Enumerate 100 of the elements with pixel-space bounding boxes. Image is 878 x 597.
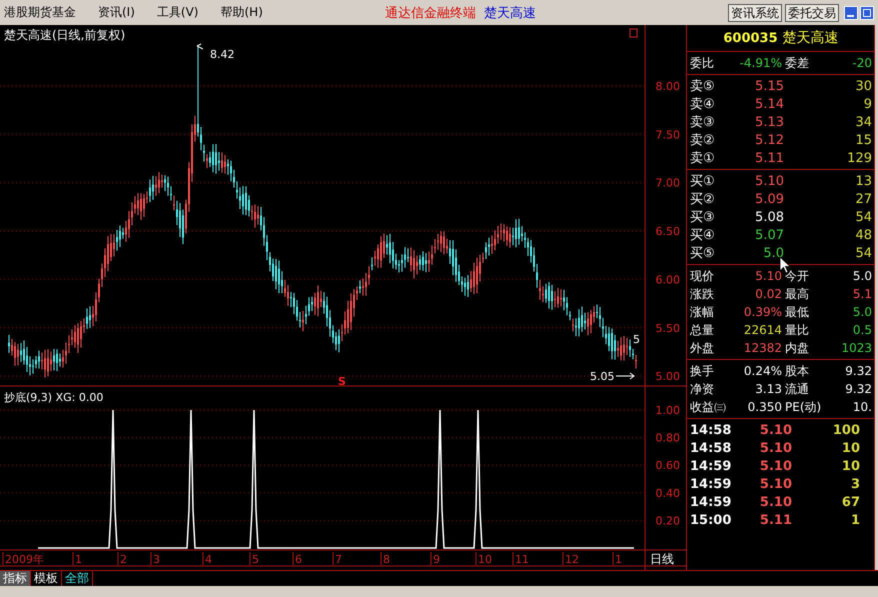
order-volume: 54 — [854, 246, 872, 260]
high-price-label: 8.42 — [210, 48, 234, 61]
time-label: 11 — [515, 553, 529, 566]
order-volume: 54 — [854, 210, 872, 224]
order-volume: 34 — [854, 114, 872, 130]
order-volume: 13 — [854, 174, 872, 188]
stat-label: 量比 — [784, 322, 810, 338]
order-label: 买① — [690, 173, 716, 190]
trade-price: 5.11 — [758, 512, 792, 528]
price-tick: 8.00 — [656, 80, 680, 93]
stock-name: 楚天高速 — [782, 29, 839, 47]
tab[interactable]: 模板 — [31, 571, 62, 586]
stat-label: 外盘 — [690, 340, 715, 356]
time-label: 7 — [335, 553, 342, 566]
indicator-tick: 0.80 — [656, 432, 680, 445]
stat-value: -20 — [851, 56, 872, 70]
tab[interactable]: 指标 — [0, 571, 31, 586]
minimize-icon[interactable] — [844, 6, 858, 20]
stat-value: 9.32 — [844, 364, 872, 378]
stock-title: 楚天高速 — [484, 4, 536, 22]
trade-price: 5.10 — [758, 440, 792, 456]
stat-value: 5.1 — [852, 287, 872, 301]
stat-label: 涨跌 — [690, 286, 715, 302]
chart-title: 楚天高速(日线,前复权) — [4, 28, 126, 42]
stat-label: 内盘 — [784, 340, 810, 356]
trade-volume: 3 — [850, 476, 860, 492]
signal-mark: S — [338, 375, 346, 388]
time-label: 5 — [252, 553, 259, 566]
time-label: 3 — [153, 553, 160, 566]
order-label: 买② — [690, 191, 716, 208]
stat-value: 0.39% — [742, 305, 782, 319]
order-volume: 15 — [854, 132, 872, 148]
stat-label: 净资 — [690, 380, 715, 398]
time-label: 8 — [383, 553, 390, 566]
time-label: 9 — [433, 553, 440, 566]
order-price: 5.07 — [754, 228, 784, 242]
order-label: 卖④ — [690, 96, 716, 113]
menu-item[interactable]: 工具(V) — [156, 4, 198, 21]
stat-value: 0.5 — [852, 323, 872, 337]
trade-price: 5.10 — [758, 458, 792, 474]
trade-time: 14:58 — [690, 422, 732, 438]
order-volume: 48 — [854, 228, 872, 242]
toolbar-button[interactable]: 委托交易 — [785, 4, 839, 22]
time-label: 6 — [295, 553, 302, 566]
stat-value: 3.13 — [754, 382, 782, 396]
trade-price: 5.10 — [758, 422, 792, 438]
time-label: 1 — [615, 553, 622, 566]
trade-time: 14:59 — [690, 476, 732, 492]
menu-item[interactable]: 资讯(I) — [98, 4, 135, 21]
menu-item[interactable]: 帮助(H) — [220, 4, 263, 21]
order-label: 买④ — [690, 227, 716, 244]
stat-label: 股本 — [784, 362, 810, 380]
trade-price: 5.10 — [758, 476, 792, 492]
stat-value: -4.91% — [738, 56, 782, 70]
trade-time: 14:59 — [690, 494, 732, 510]
price-tick: 7.00 — [656, 176, 680, 190]
indicator-tick: 0.40 — [656, 486, 680, 500]
order-volume: 129 — [846, 150, 872, 166]
period-label: 日线 — [650, 552, 674, 566]
stat-label: 今开 — [784, 268, 810, 284]
leader-line — [196, 44, 204, 50]
stat-label: 最低 — [784, 304, 810, 320]
app-title: 通达信金融终端 — [384, 4, 476, 22]
menu-item[interactable]: 港股期货基金 — [4, 4, 76, 21]
last-price-label: 5 — [633, 333, 640, 346]
stat-value: 1023 — [840, 341, 872, 355]
trade-volume: 10 — [840, 440, 860, 456]
tab[interactable]: 全部 — [62, 571, 93, 586]
order-price: 5.08 — [754, 210, 784, 224]
price-tick: 7.50 — [656, 128, 680, 142]
maximize-icon[interactable] — [860, 6, 874, 20]
order-price: 5.15 — [754, 78, 784, 94]
stat-label: 流通 — [784, 380, 810, 398]
stat-value: 0.24% — [742, 364, 782, 378]
order-price: 5.11 — [754, 150, 784, 166]
toolbar-button[interactable]: 资讯系统 — [728, 4, 782, 22]
stat-label: 现价 — [690, 268, 715, 284]
time-label: 2009年 — [5, 553, 44, 566]
stat-label: 委比 — [690, 54, 715, 72]
corner-icon[interactable] — [630, 28, 638, 38]
order-volume: 30 — [854, 78, 872, 94]
stat-value: 22614 — [742, 323, 782, 337]
time-label: 10 — [478, 553, 492, 566]
stat-label: 总量 — [690, 322, 715, 338]
time-label: 12 — [565, 553, 579, 566]
stat-label: PE(动) — [784, 398, 822, 416]
stat-label: 最高 — [784, 286, 810, 302]
order-label: 卖③ — [690, 114, 716, 131]
order-price: 5.0 — [762, 246, 784, 260]
trade-price: 5.10 — [758, 494, 792, 510]
order-price: 5.10 — [754, 174, 784, 188]
stat-value: 5.10 — [754, 269, 782, 283]
stat-value: 5.0 — [852, 305, 872, 319]
stat-value: 0.350 — [746, 400, 782, 414]
stat-label: 收益㈢ — [690, 398, 727, 416]
trade-volume: 67 — [840, 494, 860, 510]
indicator-tick: 0.20 — [656, 514, 680, 528]
price-tick: 5.50 — [656, 322, 680, 335]
indicator-title: 抄底(9,3) XG: 0.00 — [4, 391, 104, 404]
order-price: 5.12 — [754, 132, 784, 148]
